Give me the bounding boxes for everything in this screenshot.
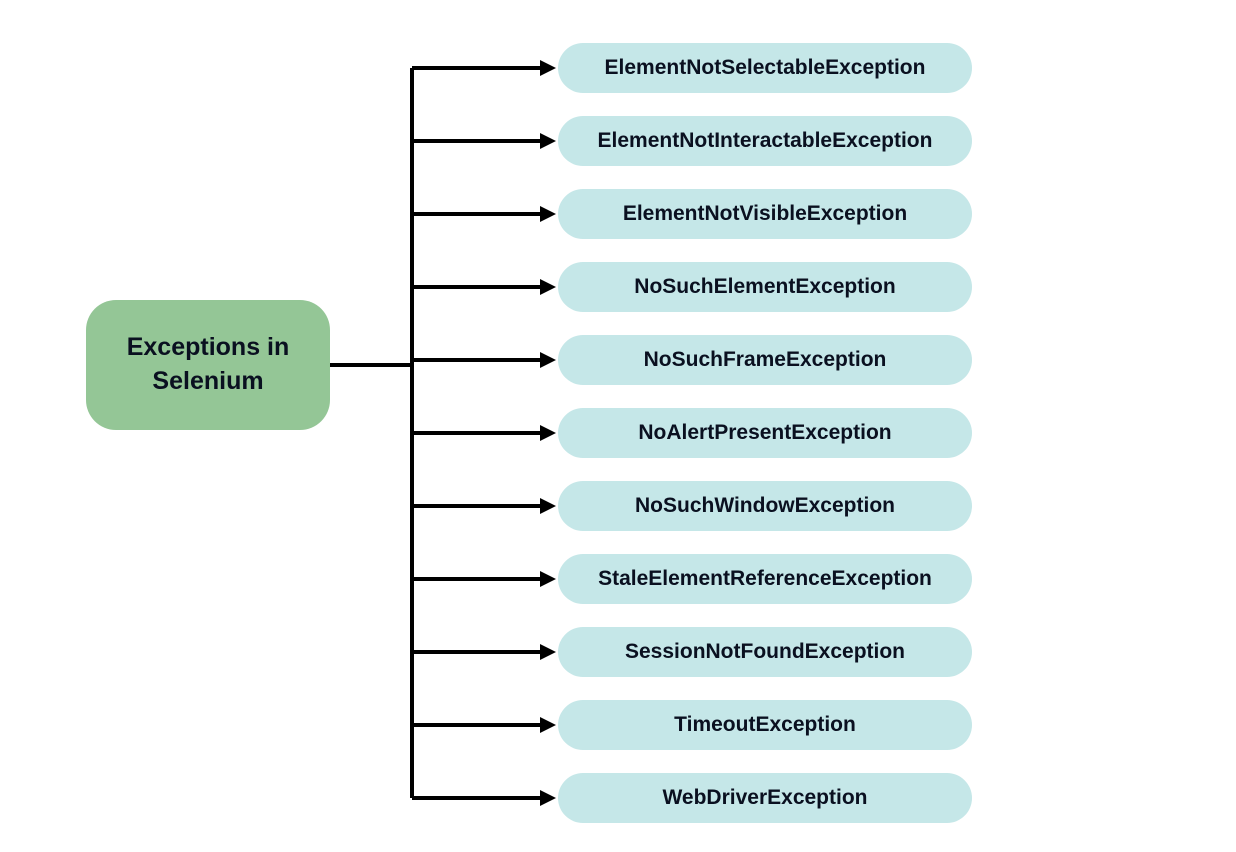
exception-node: NoSuchElementException <box>558 262 972 312</box>
exception-label: ElementNotVisibleException <box>623 202 907 226</box>
exception-label: TimeoutException <box>674 713 856 737</box>
exception-label: NoSuchFrameException <box>644 348 887 372</box>
exceptions-list: ElementNotSelectableException ElementNotI… <box>558 43 972 823</box>
root-label: Exceptions in Selenium <box>96 331 320 399</box>
exception-node: ElementNotVisibleException <box>558 189 972 239</box>
exception-label: NoSuchElementException <box>634 275 895 299</box>
exception-node: StaleElementReferenceException <box>558 554 972 604</box>
exception-node: ElementNotInteractableException <box>558 116 972 166</box>
exception-node: NoSuchFrameException <box>558 335 972 385</box>
exception-label: NoSuchWindowException <box>635 494 895 518</box>
exception-node: ElementNotSelectableException <box>558 43 972 93</box>
exception-label: StaleElementReferenceException <box>598 567 932 591</box>
exception-label: WebDriverException <box>662 786 867 810</box>
exception-node: WebDriverException <box>558 773 972 823</box>
exception-label: SessionNotFoundException <box>625 640 905 664</box>
exception-node: SessionNotFoundException <box>558 627 972 677</box>
exception-node: NoSuchWindowException <box>558 481 972 531</box>
diagram-container: Exceptions in Selenium ElementNotSelecta… <box>0 0 1236 852</box>
exception-label: ElementNotInteractableException <box>598 129 933 153</box>
exception-label: ElementNotSelectableException <box>605 56 926 80</box>
exception-node: TimeoutException <box>558 700 972 750</box>
exception-node: NoAlertPresentException <box>558 408 972 458</box>
root-node-exceptions-in-selenium: Exceptions in Selenium <box>86 300 330 430</box>
exception-label: NoAlertPresentException <box>638 421 891 445</box>
